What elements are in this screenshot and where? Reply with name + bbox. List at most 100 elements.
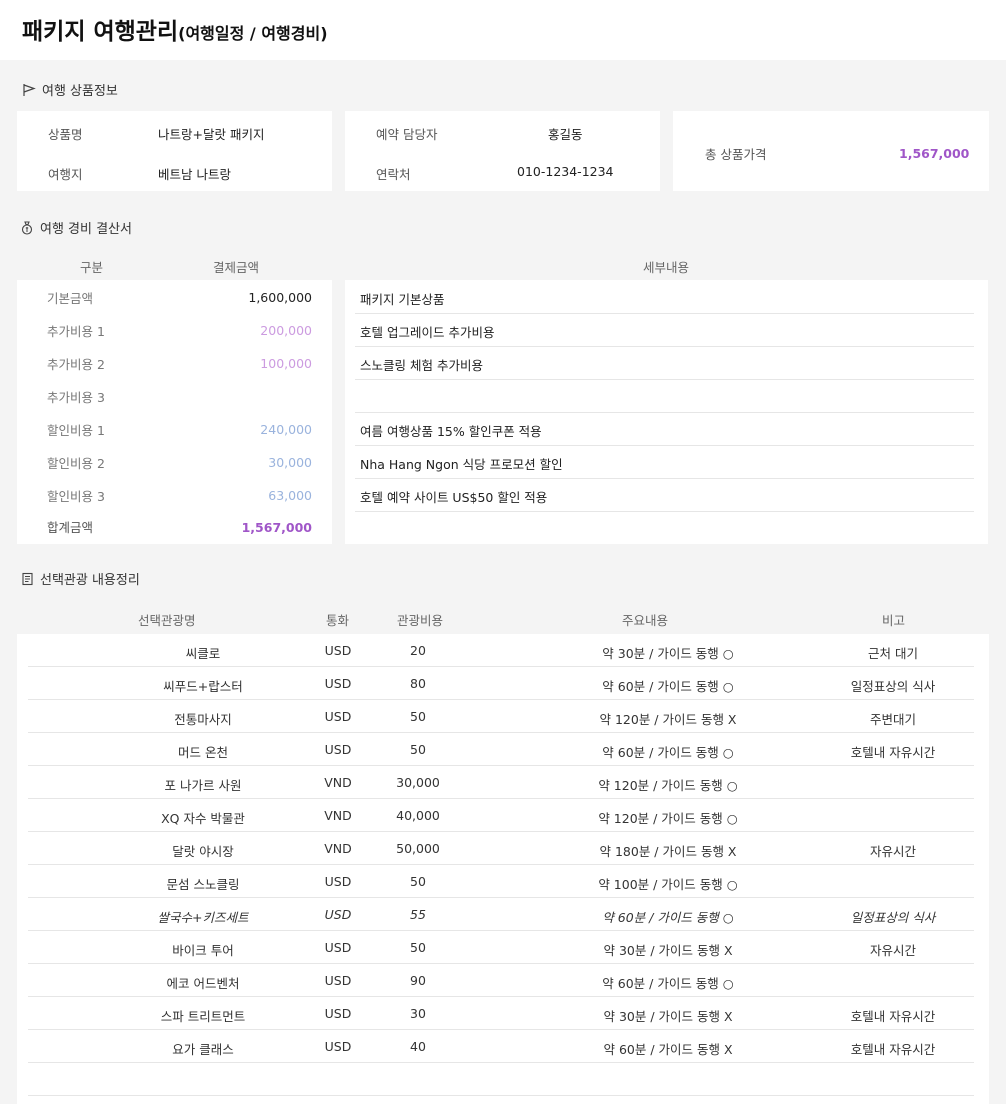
manager-label: 예약 담당자 xyxy=(376,127,438,142)
tour-cost: 50 xyxy=(410,874,426,889)
total-price-value: 1,567,000 xyxy=(899,146,970,161)
tour-name: 전통마사지 xyxy=(174,712,232,727)
tour-note: 자유시간 xyxy=(869,943,916,958)
tour-name: XQ 자수 박물관 xyxy=(161,811,245,826)
table-row: 문섬 스노클링 USD 50 약 100분 / 가이드 동행 ○ xyxy=(28,865,974,898)
tour-currency: USD xyxy=(324,643,352,658)
table-row: 전통마사지 USD 50 약 120분 / 가이드 동행 X 주변대기 xyxy=(28,700,974,733)
table-row: 쌀국수+키즈세트 USD 55 약 60분 / 가이드 동행 ○ 일정표상의 식… xyxy=(28,898,974,931)
total-price-card: 총 상품가격 1,567,000 xyxy=(673,111,989,191)
flag-icon xyxy=(23,83,36,96)
tour-note: 일정표상의 식사 xyxy=(850,910,936,925)
divider xyxy=(355,412,974,413)
table-row: 에코 어드벤처 USD 90 약 60분 / 가이드 동행 ○ xyxy=(28,964,974,997)
expense-amount: 30,000 xyxy=(268,455,312,470)
tour-content: 약 60분 / 가이드 동행 X xyxy=(603,1042,733,1057)
tour-note: 주변대기 xyxy=(869,712,916,727)
expense-amount-panel: 기본금액 1,600,000 추가비용 1 200,000 추가비용 2 100… xyxy=(17,280,332,544)
expense-category: 할인비용 2 xyxy=(47,456,105,471)
tour-currency: USD xyxy=(324,1006,352,1021)
table-row: 요가 클래스 USD 40 약 60분 / 가이드 동행 X 호텔내 자유시간 xyxy=(28,1030,974,1063)
divider xyxy=(355,313,974,314)
divider xyxy=(355,511,974,512)
expense-detail: Nha Hang Ngon 식당 프로모션 할인 xyxy=(360,457,563,472)
tour-content: 약 60분 / 가이드 동행 ○ xyxy=(602,910,734,925)
tour-note: 근처 대기 xyxy=(868,646,918,661)
tours-header-currency: 통화 xyxy=(326,613,350,628)
expense-detail: 스노클링 체험 추가비용 xyxy=(360,358,483,373)
tour-cost: 30 xyxy=(410,1006,426,1021)
tour-currency: USD xyxy=(324,676,352,691)
divider xyxy=(355,478,974,479)
table-row: XQ 자수 박물관 VND 40,000 약 120분 / 가이드 동행 ○ xyxy=(28,799,974,832)
page-title: 패키지 여행관리(여행일정 / 여행경비) xyxy=(22,12,328,46)
tour-name: 씨클로 xyxy=(185,646,221,661)
tour-currency: USD xyxy=(324,1039,352,1054)
expense-header-category: 구분 xyxy=(80,260,104,275)
product-info-title: 여행 상품정보 xyxy=(42,84,118,99)
expense-total-label: 합계금액 xyxy=(47,520,94,535)
tour-name: 문섬 스노클링 xyxy=(166,877,240,892)
expense-heading: 여행 경비 결산서 xyxy=(20,218,132,237)
product-name-label: 상품명 xyxy=(48,127,83,142)
tour-cost: 50 xyxy=(410,940,426,955)
tour-currency: VND xyxy=(324,775,352,790)
manager-card: 예약 담당자 홍길동 연락처 010-1234-1234 xyxy=(345,111,660,191)
expense-amount: 240,000 xyxy=(260,422,312,437)
tour-cost: 55 xyxy=(410,907,426,922)
tour-name: 스파 트리트먼트 xyxy=(160,1009,246,1024)
destination-label: 여행지 xyxy=(48,167,83,182)
tour-cost: 90 xyxy=(410,973,426,988)
product-card: 상품명 나트랑+달랏 패키지 여행지 베트남 나트랑 xyxy=(17,111,332,191)
table-row: 바이크 투어 USD 50 약 30분 / 가이드 동행 X 자유시간 xyxy=(28,931,974,964)
tour-cost: 50 xyxy=(410,742,426,757)
tour-note: 호텔내 자유시간 xyxy=(850,745,936,760)
tour-name: 쌀국수+키즈세트 xyxy=(157,910,249,925)
tour-currency: USD xyxy=(324,709,352,724)
table-row: 씨푸드+랍스터 USD 80 약 60분 / 가이드 동행 ○ 일정표상의 식사 xyxy=(28,667,974,700)
money-bag-icon xyxy=(21,220,33,235)
tours-title: 선택관광 내용정리 xyxy=(40,573,140,588)
tour-content: 약 60분 / 가이드 동행 ○ xyxy=(602,976,734,991)
expense-header-amount: 결제금액 xyxy=(213,260,260,275)
product-info-heading: 여행 상품정보 xyxy=(22,80,118,99)
tour-note: 자유시간 xyxy=(869,844,916,859)
tour-name: 포 나가르 사원 xyxy=(164,778,242,793)
title-bar: 패키지 여행관리(여행일정 / 여행경비) xyxy=(0,0,1006,60)
tour-currency: USD xyxy=(324,940,352,955)
expense-amount: 100,000 xyxy=(260,356,312,371)
table-row: 머드 온천 USD 50 약 60분 / 가이드 동행 ○ 호텔내 자유시간 xyxy=(28,733,974,766)
tours-header-note: 비고 xyxy=(882,613,906,628)
expense-header-detail: 세부내용 xyxy=(643,260,690,275)
expense-total-value: 1,567,000 xyxy=(241,520,312,535)
tour-note: 일정표상의 식사 xyxy=(850,679,936,694)
tour-name: 씨푸드+랍스터 xyxy=(163,679,243,694)
tour-content: 약 30분 / 가이드 동행 X xyxy=(603,1009,733,1024)
tours-heading: 선택관광 내용정리 xyxy=(20,569,140,588)
tour-content: 약 60분 / 가이드 동행 ○ xyxy=(602,679,734,694)
tour-content: 약 30분 / 가이드 동행 ○ xyxy=(602,646,734,661)
tour-currency: VND xyxy=(324,841,352,856)
tour-name: 달랏 야시장 xyxy=(172,844,234,859)
tour-content: 약 120분 / 가이드 동행 ○ xyxy=(598,778,738,793)
tour-currency: VND xyxy=(324,808,352,823)
tour-content: 약 120분 / 가이드 동행 X xyxy=(599,712,737,727)
tour-cost: 30,000 xyxy=(396,775,440,790)
tour-cost: 40 xyxy=(410,1039,426,1054)
tours-header-cost: 관광비용 xyxy=(397,613,444,628)
tour-content: 약 180분 / 가이드 동행 X xyxy=(599,844,737,859)
tour-content: 약 120분 / 가이드 동행 ○ xyxy=(598,811,738,826)
tour-name: 요가 클래스 xyxy=(172,1042,234,1057)
expense-detail: 여름 여행상품 15% 할인쿠폰 적용 xyxy=(360,424,542,439)
expense-category: 할인비용 3 xyxy=(47,489,105,504)
tour-cost: 40,000 xyxy=(396,808,440,823)
destination-value: 베트남 나트랑 xyxy=(158,167,231,182)
expense-amount: 1,600,000 xyxy=(248,290,312,305)
expense-detail: 호텔 예약 사이트 US$50 할인 적용 xyxy=(360,490,548,505)
tour-cost: 20 xyxy=(410,643,426,658)
expense-category: 추가비용 3 xyxy=(47,390,105,405)
table-row: 포 나가르 사원 VND 30,000 약 120분 / 가이드 동행 ○ xyxy=(28,766,974,799)
tours-header-name: 선택관광명 xyxy=(138,613,196,628)
expense-amount: 200,000 xyxy=(260,323,312,338)
expense-detail: 패키지 기본상품 xyxy=(360,292,445,307)
